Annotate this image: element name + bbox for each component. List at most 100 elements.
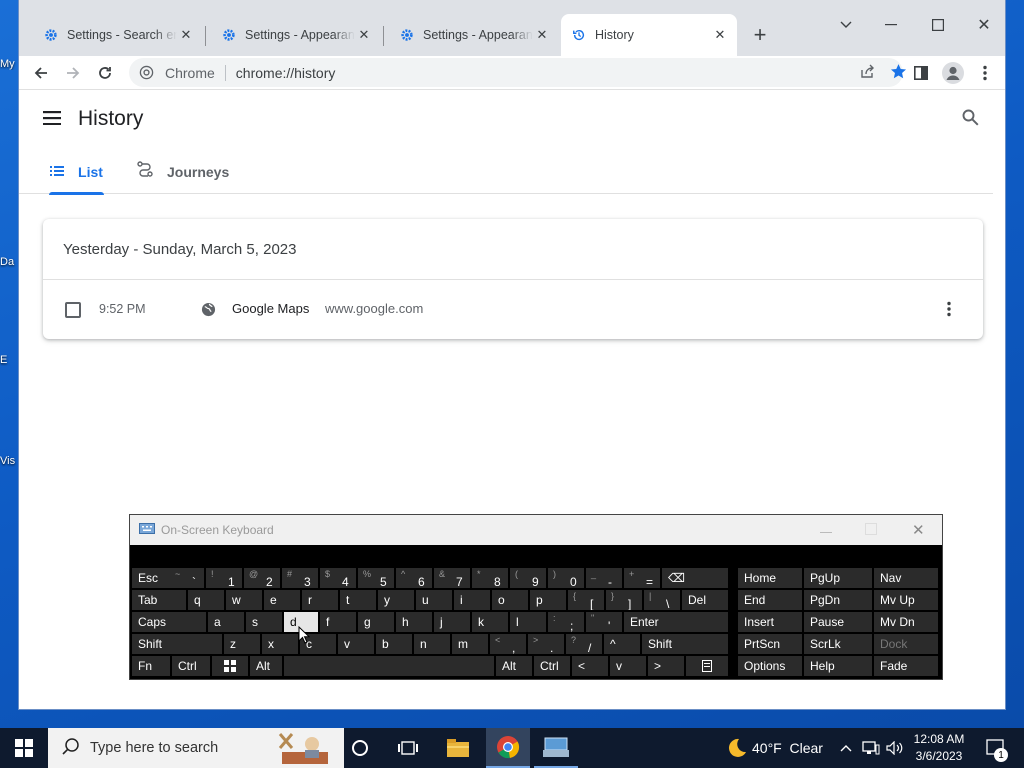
osk-key[interactable]: w (226, 590, 262, 610)
chrome-taskbar-icon[interactable] (486, 728, 530, 768)
tab-journeys[interactable]: Journeys (137, 149, 229, 194)
osk-key[interactable]: s (246, 612, 282, 632)
osk-key[interactable] (284, 656, 494, 676)
osk-key[interactable]: z (224, 634, 260, 654)
osk-key[interactable]: & 7 (434, 568, 470, 588)
desktop-icon-label[interactable]: Vis (0, 455, 18, 467)
osk-key[interactable]: > (648, 656, 684, 676)
tab-settings-appearance-2[interactable]: Settings - Appearance ✕ (389, 14, 559, 56)
osk-nav-key[interactable]: Options (738, 656, 802, 676)
minimize-button[interactable] (876, 10, 906, 40)
desktop-icon-label[interactable]: Da (0, 256, 18, 268)
tab-settings-search[interactable]: Settings - Search engine ✕ (33, 14, 203, 56)
osk-key[interactable]: v (338, 634, 374, 654)
osk-key[interactable]: n (414, 634, 450, 654)
osk-key[interactable]: Shift (642, 634, 728, 654)
osk-nav-key[interactable]: PgDn (804, 590, 872, 610)
osk-key[interactable]: <, (490, 634, 526, 654)
osk-key[interactable]: ^ (604, 634, 640, 654)
osk-maximize-button[interactable] (865, 523, 877, 538)
osk-key[interactable]: a (208, 612, 244, 632)
maximize-button[interactable] (923, 10, 953, 40)
osk-nav-key[interactable]: Nav (874, 568, 938, 588)
close-icon[interactable]: ✕ (355, 26, 373, 44)
osk-key[interactable]: < (572, 656, 608, 676)
history-entry-row[interactable]: 9:52 PM Google Maps www.google.com (43, 280, 983, 339)
osk-key[interactable]: b (376, 634, 412, 654)
osk-nav-key[interactable]: Fade (874, 656, 938, 676)
osk-key[interactable]: _ - (586, 568, 622, 588)
more-menu-button[interactable] (971, 59, 999, 87)
osk-key[interactable]: Alt (496, 656, 532, 676)
osk-key-menu-icon[interactable] (686, 656, 728, 676)
osk-nav-key[interactable]: PrtScn (738, 634, 802, 654)
tab-history[interactable]: History ✕ (561, 14, 737, 56)
osk-key[interactable]: }] (606, 590, 642, 610)
entry-more-icon[interactable] (947, 301, 951, 322)
profile-avatar[interactable] (939, 59, 967, 87)
close-icon[interactable]: ✕ (177, 26, 195, 44)
osk-key[interactable]: k (472, 612, 508, 632)
osk-key[interactable]: $4 (320, 568, 356, 588)
weather-text[interactable]: 40°F Clear (752, 728, 832, 768)
clock[interactable]: 12:08 AM 3/6/2023 (908, 728, 970, 768)
network-icon[interactable] (860, 728, 882, 768)
osk-key[interactable]: y (378, 590, 414, 610)
url-text[interactable]: chrome://history (236, 65, 336, 81)
osk-nav-key[interactable]: Pause (804, 612, 872, 632)
taskbar-search-box[interactable]: Type here to search (48, 728, 344, 768)
osk-key[interactable]: v (610, 656, 646, 676)
osk-key[interactable]: i (454, 590, 490, 610)
menu-icon[interactable] (43, 111, 61, 130)
osk-key[interactable]: Del (682, 590, 728, 610)
osk-key[interactable]: h (396, 612, 432, 632)
osk-key[interactable]: t (340, 590, 376, 610)
osk-taskbar-icon[interactable] (534, 728, 578, 768)
back-button[interactable] (27, 59, 55, 87)
volume-icon[interactable] (884, 728, 906, 768)
osk-key[interactable]: j (434, 612, 470, 632)
cortana-icon[interactable] (340, 728, 380, 768)
osk-key[interactable]: p (530, 590, 566, 610)
tab-settings-appearance[interactable]: Settings - Appearance ✕ (211, 14, 381, 56)
osk-key[interactable]: * 8 (472, 568, 508, 588)
osk-close-button[interactable]: ✕ (912, 521, 925, 539)
osk-key[interactable]: " ' (586, 612, 622, 632)
tab-search-button[interactable] (831, 10, 861, 40)
osk-key[interactable]: ^ 6 (396, 568, 432, 588)
osk-key[interactable]: g (358, 612, 394, 632)
close-window-button[interactable]: ✕ (969, 10, 999, 40)
forward-button[interactable] (59, 59, 87, 87)
osk-key[interactable]: :; (548, 612, 584, 632)
osk-key[interactable]: | \ (644, 590, 680, 610)
file-explorer-icon[interactable] (436, 728, 480, 768)
osk-key[interactable]: o (492, 590, 528, 610)
tab-list[interactable]: List (49, 149, 104, 195)
osk-key[interactable]: ! 1 (206, 568, 242, 588)
osk-key[interactable]: q (188, 590, 224, 610)
osk-key-windows-icon[interactable] (212, 656, 248, 676)
osk-key[interactable]: @2 (244, 568, 280, 588)
osk-key[interactable]: ) 0 (548, 568, 584, 588)
osk-key[interactable]: {[ (568, 590, 604, 610)
task-view-icon[interactable] (388, 728, 428, 768)
osk-titlebar[interactable]: On-Screen Keyboard ✕ (130, 515, 942, 545)
search-icon[interactable] (962, 109, 979, 131)
chevron-up-icon[interactable] (836, 728, 856, 768)
osk-key[interactable]: x (262, 634, 298, 654)
bookmark-star-icon[interactable] (890, 63, 907, 83)
osk-key[interactable]: ⌫ (662, 568, 728, 588)
osk-nav-key[interactable]: Help (804, 656, 872, 676)
osk-nav-key[interactable]: Dock (874, 634, 938, 654)
osk-key[interactable]: l (510, 612, 546, 632)
osk-key[interactable]: % 5 (358, 568, 394, 588)
osk-key[interactable]: Shift (132, 634, 222, 654)
osk-key[interactable]: >. (528, 634, 564, 654)
osk-key[interactable]: r (302, 590, 338, 610)
osk-minimize-button[interactable] (820, 523, 832, 537)
reload-button[interactable] (91, 59, 119, 87)
notification-center[interactable]: 1 (978, 728, 1012, 768)
close-icon[interactable]: ✕ (711, 26, 729, 44)
osk-key[interactable]: e (264, 590, 300, 610)
osk-key[interactable]: #3 (282, 568, 318, 588)
